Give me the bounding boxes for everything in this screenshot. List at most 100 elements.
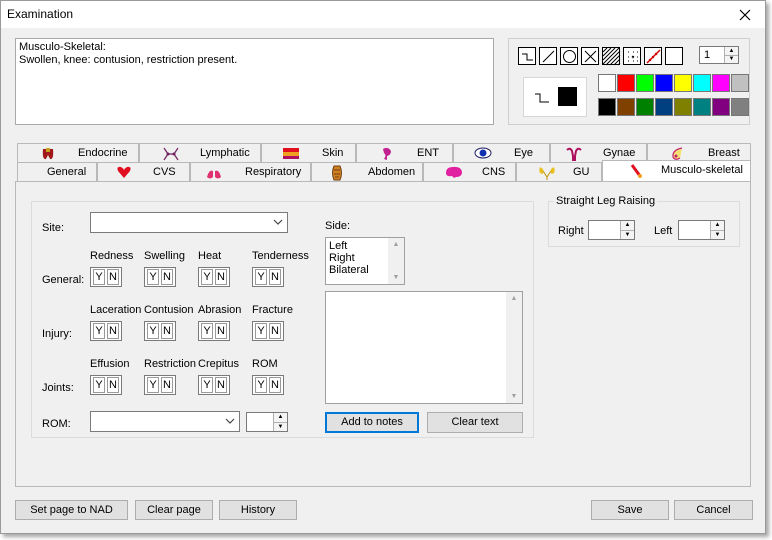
no-button[interactable]: N xyxy=(107,377,119,393)
site-dropdown[interactable] xyxy=(90,212,288,233)
add-to-notes-button[interactable]: Add to notes xyxy=(325,412,419,433)
swelling-yn-toggle[interactable]: YN xyxy=(144,267,176,287)
tab-skin[interactable]: Skin xyxy=(261,143,356,162)
yes-button[interactable]: Y xyxy=(255,269,267,285)
tab-eye[interactable]: Eye xyxy=(453,143,550,162)
restriction-yn-toggle[interactable]: YN xyxy=(144,375,176,395)
notes-textarea[interactable]: Musculo-Skeletal: Swollen, knee: contusi… xyxy=(15,38,494,125)
slr-right-spinner[interactable]: ▲ ▼ xyxy=(588,220,635,240)
clear-page-button[interactable]: Clear page xyxy=(135,500,213,520)
yes-button[interactable]: Y xyxy=(201,323,213,339)
color-swatch[interactable] xyxy=(693,98,711,116)
spin-down-icon[interactable]: ▼ xyxy=(725,54,738,63)
tab-musculo-skeletal[interactable]: Musculo-skeletal xyxy=(602,160,751,181)
yes-button[interactable]: Y xyxy=(201,269,213,285)
tab-lymphatic[interactable]: Lymphatic xyxy=(139,143,261,162)
color-swatch[interactable] xyxy=(636,98,654,116)
no-button[interactable]: N xyxy=(107,269,119,285)
scroll-down-icon[interactable]: ▼ xyxy=(393,274,400,281)
color-swatch[interactable] xyxy=(617,98,635,116)
spin-up-icon[interactable]: ▲ xyxy=(274,413,287,422)
yes-button[interactable]: Y xyxy=(93,269,105,285)
tab-cns[interactable]: CNS xyxy=(423,162,516,181)
color-swatch[interactable] xyxy=(731,98,749,116)
yes-button[interactable]: Y xyxy=(255,323,267,339)
no-button[interactable]: N xyxy=(269,269,281,285)
close-button[interactable] xyxy=(725,1,765,28)
yes-button[interactable]: Y xyxy=(255,377,267,393)
scroll-up-icon[interactable]: ▲ xyxy=(393,241,400,248)
contusion-yn-toggle[interactable]: YN xyxy=(144,321,176,341)
no-button[interactable]: N xyxy=(161,269,173,285)
history-button[interactable]: History xyxy=(219,500,297,520)
dotted-cross-tool-icon[interactable] xyxy=(623,47,641,65)
line-tool-icon[interactable] xyxy=(539,47,557,65)
line-width-spinner[interactable]: 1 ▲ ▼ xyxy=(699,46,739,64)
no-button[interactable]: N xyxy=(269,377,281,393)
color-swatch[interactable] xyxy=(712,98,730,116)
tab-cvs[interactable]: CVS xyxy=(97,162,190,181)
color-swatch[interactable] xyxy=(712,74,730,92)
heat-yn-toggle[interactable]: YN xyxy=(198,267,230,287)
spin-down-icon[interactable]: ▼ xyxy=(711,229,724,239)
no-button[interactable]: N xyxy=(215,269,227,285)
color-swatch[interactable] xyxy=(598,98,616,116)
step-line-tool-icon[interactable] xyxy=(518,47,536,65)
slr-left-spinner[interactable]: ▲ ▼ xyxy=(678,220,725,240)
color-swatch[interactable] xyxy=(617,74,635,92)
clear-text-button[interactable]: Clear text xyxy=(427,412,523,433)
freehand-tool-icon[interactable] xyxy=(644,47,662,65)
abrasion-yn-toggle[interactable]: YN xyxy=(198,321,230,341)
eraser-tool-icon[interactable] xyxy=(665,47,683,65)
tab-respiratory[interactable]: Respiratory xyxy=(190,162,311,181)
yes-button[interactable]: Y xyxy=(147,269,159,285)
color-swatch[interactable] xyxy=(655,98,673,116)
no-button[interactable]: N xyxy=(269,323,281,339)
scroll-down-icon[interactable]: ▼ xyxy=(511,393,518,400)
save-button[interactable]: Save xyxy=(591,500,669,520)
circle-tool-icon[interactable] xyxy=(560,47,578,65)
color-swatch[interactable] xyxy=(693,74,711,92)
side-notes-textarea[interactable]: ▲ ▼ xyxy=(325,291,523,404)
color-swatch[interactable] xyxy=(674,74,692,92)
scroll-up-icon[interactable]: ▲ xyxy=(511,295,518,302)
tab-endocrine[interactable]: Endocrine xyxy=(17,143,139,162)
spin-down-icon[interactable]: ▼ xyxy=(274,421,287,431)
color-swatch[interactable] xyxy=(731,74,749,92)
spin-up-icon[interactable]: ▲ xyxy=(725,47,738,55)
cross-tool-icon[interactable] xyxy=(581,47,599,65)
set-page-to-nad-button[interactable]: Set page to NAD xyxy=(15,500,128,520)
cancel-button[interactable]: Cancel xyxy=(674,500,753,520)
yes-button[interactable]: Y xyxy=(147,323,159,339)
yes-button[interactable]: Y xyxy=(201,377,213,393)
color-swatch[interactable] xyxy=(598,74,616,92)
tenderness-yn-toggle[interactable]: YN xyxy=(252,267,284,287)
no-button[interactable]: N xyxy=(215,377,227,393)
tab-gu[interactable]: GU xyxy=(516,162,602,181)
tab-general[interactable]: General xyxy=(17,162,97,181)
tab-ent[interactable]: ENT xyxy=(356,143,453,162)
side-scrollbar[interactable]: ▲ ▼ xyxy=(388,238,404,284)
no-button[interactable]: N xyxy=(215,323,227,339)
no-button[interactable]: N xyxy=(161,323,173,339)
laceration-yn-toggle[interactable]: YN xyxy=(90,321,122,341)
crepitus-yn-toggle[interactable]: YN xyxy=(198,375,230,395)
tab-abdomen[interactable]: Abdomen xyxy=(311,162,423,181)
yes-button[interactable]: Y xyxy=(147,377,159,393)
side-listbox[interactable]: Left Right Bilateral ▲ ▼ xyxy=(325,237,405,285)
hatch-tool-icon[interactable] xyxy=(602,47,621,66)
fracture-yn-toggle[interactable]: YN xyxy=(252,321,284,341)
spin-down-icon[interactable]: ▼ xyxy=(621,229,634,239)
spin-up-icon[interactable]: ▲ xyxy=(621,221,634,230)
color-swatch[interactable] xyxy=(655,74,673,92)
rom-spinner[interactable]: ▲ ▼ xyxy=(246,412,288,432)
yes-button[interactable]: Y xyxy=(93,377,105,393)
color-swatch[interactable] xyxy=(674,98,692,116)
effusion-yn-toggle[interactable]: YN xyxy=(90,375,122,395)
no-button[interactable]: N xyxy=(107,323,119,339)
redness-yn-toggle[interactable]: YN xyxy=(90,267,122,287)
no-button[interactable]: N xyxy=(161,377,173,393)
rom-dropdown[interactable] xyxy=(90,411,240,432)
yes-button[interactable]: Y xyxy=(93,323,105,339)
notes-scrollbar[interactable]: ▲ ▼ xyxy=(506,292,522,403)
